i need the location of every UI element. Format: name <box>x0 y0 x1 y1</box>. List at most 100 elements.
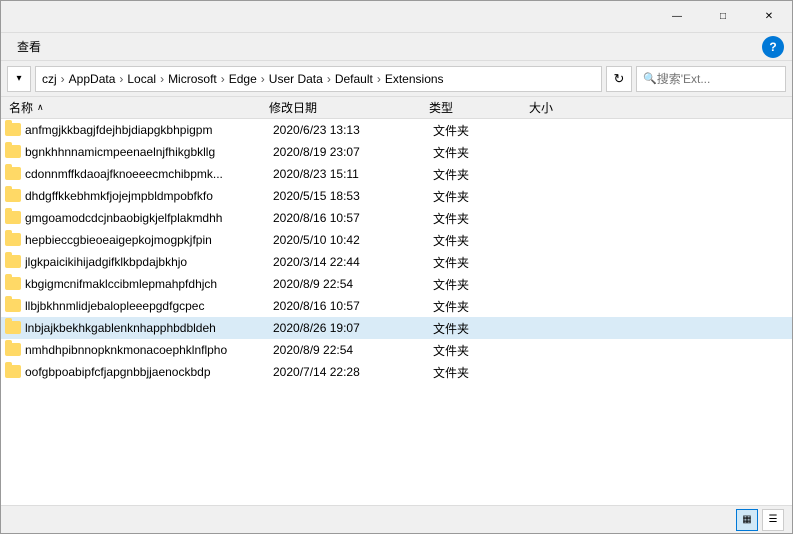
breadcrumb-local[interactable]: Local <box>127 72 156 86</box>
file-name: bgnkhhnnamicmpeenaelnjfhikgbkllg <box>25 145 269 159</box>
file-type: 文件夹 <box>429 210 529 227</box>
breadcrumb-sep-2: › <box>117 72 125 86</box>
breadcrumb-sep-3: › <box>158 72 166 86</box>
table-row[interactable]: gmgoamodcdcjnbaobigkjelfplakmdhh2020/8/1… <box>1 207 792 229</box>
file-type: 文件夹 <box>429 122 529 139</box>
main-area: 名称 ∧ 修改日期 类型 大小 anfmgjkkbagjfdejhbjdiapg… <box>1 97 792 505</box>
folder-icon <box>5 299 21 313</box>
table-row[interactable]: lnbjajkbekhkgablenknhapphbdbldeh2020/8/2… <box>1 317 792 339</box>
breadcrumb-sep-5: › <box>259 72 267 86</box>
file-date: 2020/6/23 13:13 <box>269 123 429 137</box>
file-type: 文件夹 <box>429 342 529 359</box>
breadcrumb-sep-7: › <box>375 72 383 86</box>
status-bar: ▦ ☰ <box>1 505 792 533</box>
file-type: 文件夹 <box>429 320 529 337</box>
table-row[interactable]: hepbieccgbieoeaigepkojmogpkjfpin2020/5/1… <box>1 229 792 251</box>
folder-icon <box>5 365 21 379</box>
file-name: dhdgffkkebhmkfjojejmpbldmpobfkfo <box>25 189 269 203</box>
breadcrumb-sep-4: › <box>219 72 227 86</box>
file-name: cdonnmffkdaoajfknoeeecmchibpmk... <box>25 167 269 181</box>
file-type: 文件夹 <box>429 166 529 183</box>
table-row[interactable]: bgnkhhnnamicmpeenaelnjfhikgbkllg2020/8/1… <box>1 141 792 163</box>
folder-icon <box>5 233 21 247</box>
help-button[interactable]: ? <box>762 36 784 58</box>
file-type: 文件夹 <box>429 364 529 381</box>
file-type: 文件夹 <box>429 298 529 315</box>
folder-icon <box>5 277 21 291</box>
file-name: nmhdhpibnnopknkmonacoephklnflpho <box>25 343 269 357</box>
sort-arrow-icon: ∧ <box>37 102 44 113</box>
file-date: 2020/7/14 22:28 <box>269 365 429 379</box>
table-row[interactable]: dhdgffkkebhmkfjojejmpbldmpobfkfo2020/5/1… <box>1 185 792 207</box>
folder-icon <box>5 255 21 269</box>
file-type: 文件夹 <box>429 254 529 271</box>
file-date: 2020/5/15 18:53 <box>269 189 429 203</box>
breadcrumb-userdata[interactable]: User Data <box>269 72 323 86</box>
column-headers: 名称 ∧ 修改日期 类型 大小 <box>1 97 792 119</box>
file-rows-container: anfmgjkkbagjfdejhbjdiapgkbhpigpm2020/6/2… <box>1 119 792 383</box>
file-date: 2020/3/14 22:44 <box>269 255 429 269</box>
breadcrumb-default[interactable]: Default <box>335 72 373 86</box>
refresh-button[interactable]: ↻ <box>606 66 632 92</box>
file-name: hepbieccgbieoeaigepkojmogpkjfpin <box>25 233 269 247</box>
title-bar: — □ ✕ <box>1 1 792 33</box>
file-date: 2020/5/10 10:42 <box>269 233 429 247</box>
breadcrumb-appdata[interactable]: AppData <box>69 72 116 86</box>
file-date: 2020/8/9 22:54 <box>269 277 429 291</box>
file-name: llbjbkhnmlidjebalopleeepgdfgcpec <box>25 299 269 313</box>
file-name: gmgoamodcdcjnbaobigkjelfplakmdhh <box>25 211 269 225</box>
address-bar: ▾ czj › AppData › Local › Microsoft › Ed… <box>1 61 792 97</box>
breadcrumb: czj › AppData › Local › Microsoft › Edge… <box>35 66 602 92</box>
maximize-button[interactable]: □ <box>700 1 746 33</box>
breadcrumb-sep-1: › <box>59 72 67 86</box>
search-box: 🔍 <box>636 66 786 92</box>
col-header-size[interactable]: 大小 <box>525 99 605 116</box>
file-list: 名称 ∧ 修改日期 类型 大小 anfmgjkkbagjfdejhbjdiapg… <box>1 97 792 505</box>
folder-icon <box>5 189 21 203</box>
folder-icon <box>5 321 21 335</box>
breadcrumb-edge[interactable]: Edge <box>229 72 257 86</box>
file-name: anfmgjkkbagjfdejhbjdiapgkbhpigpm <box>25 123 269 137</box>
col-header-type[interactable]: 类型 <box>425 99 525 116</box>
table-row[interactable]: nmhdhpibnnopknkmonacoephklnflpho2020/8/9… <box>1 339 792 361</box>
menu-bar: 查看 ? <box>1 33 792 61</box>
table-row[interactable]: oofgbpoabipfcfjapgnbbjjaenockbdp2020/7/1… <box>1 361 792 383</box>
table-row[interactable]: llbjbkhnmlidjebalopleeepgdfgcpec2020/8/1… <box>1 295 792 317</box>
table-row[interactable]: kbgigmcnifmaklccibmlepmahpfdhjch2020/8/9… <box>1 273 792 295</box>
minimize-button[interactable]: — <box>654 1 700 33</box>
file-name: kbgigmcnifmaklccibmlepmahpfdhjch <box>25 277 269 291</box>
table-row[interactable]: jlgkpaicikihijadgifklkbpdajbkhjo2020/3/1… <box>1 251 792 273</box>
file-type: 文件夹 <box>429 188 529 205</box>
file-date: 2020/8/16 10:57 <box>269 211 429 225</box>
window-controls: — □ ✕ <box>654 1 792 33</box>
table-row[interactable]: anfmgjkkbagjfdejhbjdiapgkbhpigpm2020/6/2… <box>1 119 792 141</box>
folder-icon <box>5 167 21 181</box>
breadcrumb-extensions[interactable]: Extensions <box>385 72 444 86</box>
breadcrumb-microsoft[interactable]: Microsoft <box>168 72 217 86</box>
search-icon: 🔍 <box>643 72 657 85</box>
file-name: lnbjajkbekhkgablenknhapphbdbldeh <box>25 321 269 335</box>
file-type: 文件夹 <box>429 276 529 293</box>
file-date: 2020/8/19 23:07 <box>269 145 429 159</box>
list-view-button[interactable]: ☰ <box>762 509 784 531</box>
folder-icon <box>5 343 21 357</box>
file-date: 2020/8/23 15:11 <box>269 167 429 181</box>
file-type: 文件夹 <box>429 144 529 161</box>
table-row[interactable]: cdonnmffkdaoajfknoeeecmchibpmk...2020/8/… <box>1 163 792 185</box>
breadcrumb-czj[interactable]: czj <box>42 72 57 86</box>
detail-view-button[interactable]: ▦ <box>736 509 758 531</box>
file-name: oofgbpoabipfcfjapgnbbjjaenockbdp <box>25 365 269 379</box>
menu-view[interactable]: 查看 <box>9 34 49 59</box>
breadcrumb-dropdown[interactable]: ▾ <box>7 66 31 92</box>
search-input[interactable] <box>657 72 777 86</box>
folder-icon <box>5 145 21 159</box>
close-button[interactable]: ✕ <box>746 1 792 33</box>
file-date: 2020/8/9 22:54 <box>269 343 429 357</box>
file-date: 2020/8/26 19:07 <box>269 321 429 335</box>
col-header-name[interactable]: 名称 ∧ <box>5 99 265 116</box>
folder-icon <box>5 123 21 137</box>
col-header-date[interactable]: 修改日期 <box>265 99 425 116</box>
folder-icon <box>5 211 21 225</box>
file-name: jlgkpaicikihijadgifklkbpdajbkhjo <box>25 255 269 269</box>
breadcrumb-sep-6: › <box>325 72 333 86</box>
